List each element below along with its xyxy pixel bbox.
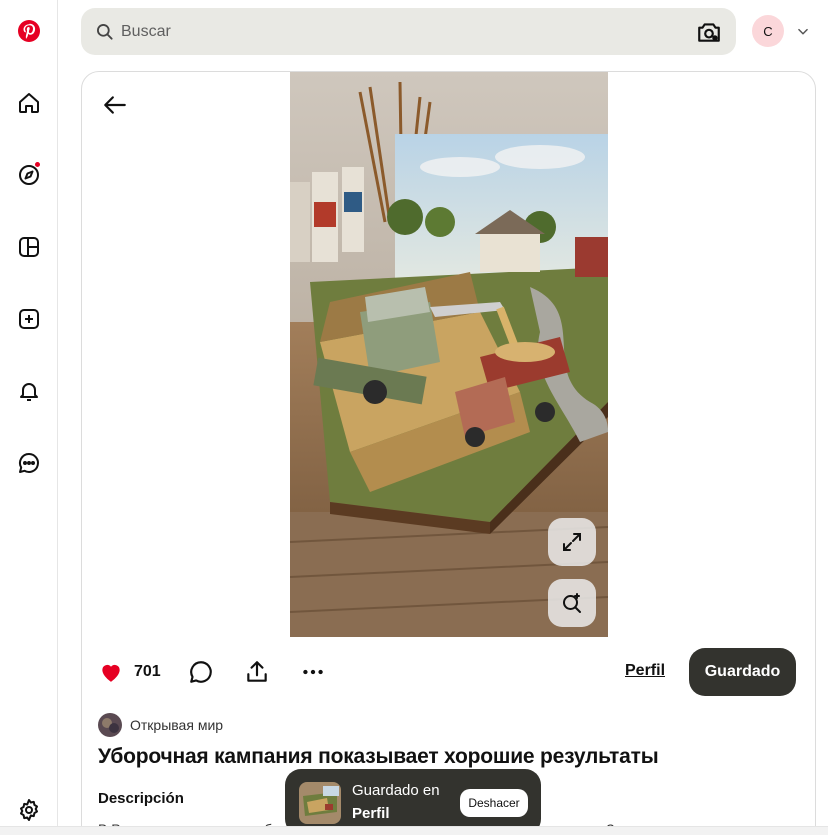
search-bar[interactable] (81, 8, 736, 55)
create-plus-icon[interactable] (9, 299, 49, 339)
share-icon[interactable] (242, 657, 272, 687)
home-icon[interactable] (9, 83, 49, 123)
toast-board-name[interactable]: Perfil (352, 805, 390, 822)
comment-icon[interactable] (186, 657, 216, 687)
settings-gear-icon[interactable] (9, 790, 49, 830)
sidebar (0, 0, 58, 835)
pinterest-logo-icon[interactable] (9, 11, 49, 51)
user-avatar[interactable]: C (752, 15, 784, 47)
author-row[interactable]: Открывая мир (98, 713, 223, 737)
visual-search-sparkle-icon[interactable] (548, 579, 596, 627)
bell-icon[interactable] (9, 371, 49, 411)
author-name[interactable]: Открывая мир (130, 717, 223, 733)
author-avatar[interactable] (98, 713, 122, 737)
back-arrow-icon[interactable] (100, 90, 130, 120)
undo-button[interactable]: Deshacer (460, 789, 528, 817)
like-count: 701 (134, 663, 161, 680)
notification-dot (34, 161, 41, 168)
description-heading: Descripción (98, 790, 184, 807)
messages-icon[interactable] (9, 443, 49, 483)
toast-saved-in-text: Guardado en (352, 782, 440, 799)
pin-card: 701 Perfil Guardado Открывая мир Уборочн… (81, 71, 816, 835)
horizontal-scrollbar[interactable] (0, 826, 828, 835)
saved-button[interactable]: Guardado (689, 648, 796, 696)
heart-icon[interactable] (96, 657, 126, 687)
pin-actions-bar: 701 Perfil Guardado (82, 647, 815, 697)
pin-title: Уборочная кампания показывает хорошие ре… (98, 745, 659, 768)
search-input[interactable] (121, 22, 696, 41)
explore-compass-icon[interactable] (9, 155, 49, 195)
expand-icon[interactable] (548, 518, 596, 566)
boards-icon[interactable] (9, 227, 49, 267)
camera-search-icon[interactable] (696, 19, 722, 45)
more-options-icon[interactable] (298, 657, 328, 687)
search-icon (97, 23, 113, 40)
profile-board-link[interactable]: Perfil (625, 662, 665, 680)
chevron-down-icon[interactable] (796, 25, 810, 39)
toast-thumbnail (299, 782, 341, 824)
